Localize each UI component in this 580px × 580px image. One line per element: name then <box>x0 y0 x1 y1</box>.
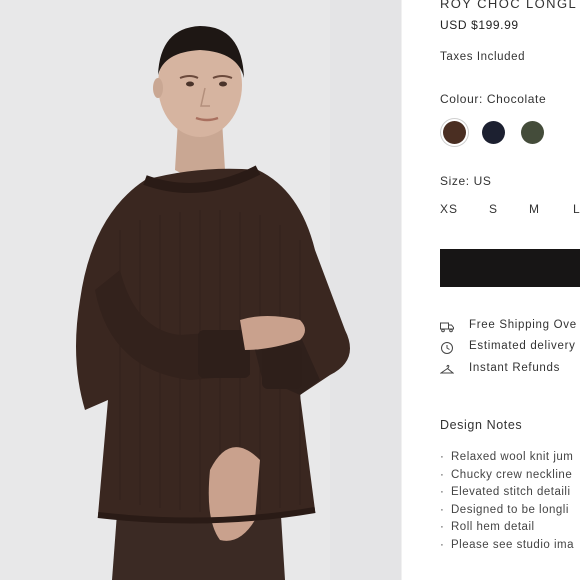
size-option-l[interactable]: L <box>573 202 580 216</box>
size-option-xs[interactable]: XS <box>440 202 458 216</box>
size-option-m[interactable]: M <box>529 202 540 216</box>
design-notes-heading: Design Notes <box>440 418 523 432</box>
bullet-icon: · <box>440 469 445 481</box>
feature-delivery-text: Estimated delivery <box>469 340 576 352</box>
feature-shipping-text: Free Shipping Ove <box>469 319 577 331</box>
truck-icon <box>440 322 454 333</box>
panel-divider <box>401 0 402 580</box>
colour-swatch-chocolate[interactable] <box>443 121 466 144</box>
taxes-note: Taxes Included <box>440 51 526 63</box>
product-price: USD $199.99 <box>440 18 519 32</box>
bullet-icon: · <box>440 521 445 533</box>
clock-icon <box>441 342 453 354</box>
colour-swatch-olive[interactable] <box>521 121 544 144</box>
bullet-icon: · <box>440 504 445 516</box>
add-to-cart-button[interactable] <box>440 249 580 287</box>
feature-refunds-text: Instant Refunds <box>469 362 561 374</box>
colour-label: Colour: Chocolate <box>440 92 547 106</box>
bullet-icon: · <box>440 486 445 498</box>
bullet-icon: · <box>440 451 445 463</box>
model-illustration <box>0 0 401 580</box>
hanger-icon <box>440 364 454 374</box>
size-option-s[interactable]: S <box>489 202 498 216</box>
product-image <box>0 0 401 580</box>
colour-swatch-navy[interactable] <box>482 121 505 144</box>
size-label: Size: US <box>440 174 492 188</box>
product-details-panel: ROY CHOC LONGL USD $199.99 Taxes Include… <box>440 0 580 580</box>
product-title: ROY CHOC LONGL <box>440 0 578 11</box>
bullet-icon: · <box>440 539 445 551</box>
